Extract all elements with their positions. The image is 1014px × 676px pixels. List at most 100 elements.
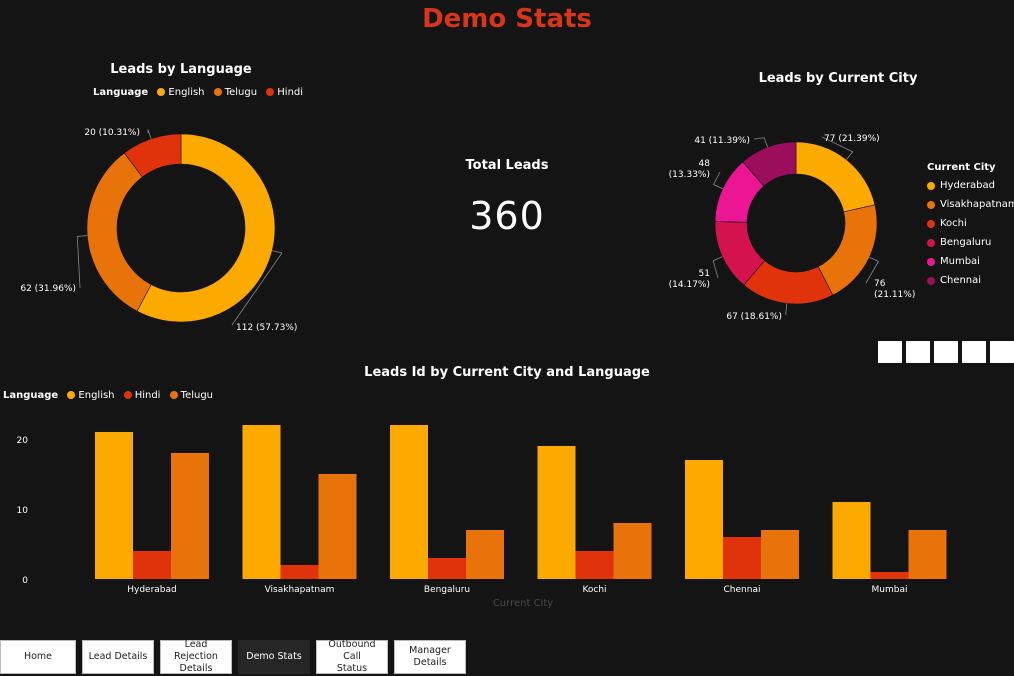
legend-dot-hindi	[266, 88, 275, 96]
city-legend-item: Mumbai	[927, 252, 1014, 271]
nav-button-label: Manager Details	[409, 645, 451, 668]
nav-button-label: Demo Stats	[246, 651, 302, 662]
legend-label: Chennai	[940, 275, 982, 286]
donut-slice-telugu[interactable]	[86, 152, 152, 312]
donut-slice-visakhapatnam[interactable]	[817, 204, 878, 296]
legend-dot-hindi	[123, 391, 132, 399]
bar-telugu-chennai[interactable]	[761, 530, 799, 579]
indicator-square[interactable]	[934, 341, 958, 363]
legend-label: Bengaluru	[940, 237, 992, 248]
bar-english-bengaluru[interactable]	[390, 425, 428, 579]
bar-hindi-visakhapatnam[interactable]	[280, 565, 319, 579]
nav-button-home[interactable]: Home	[0, 640, 76, 674]
indicator-square[interactable]	[878, 341, 902, 363]
data-label: 77 (21.39%)	[824, 134, 880, 144]
bar-telugu-hyderabad[interactable]	[171, 453, 209, 579]
legend-label: Hyderabad	[940, 180, 995, 191]
legend-label: Mumbai	[940, 256, 980, 267]
bar-telugu-bengaluru[interactable]	[466, 530, 504, 579]
data-label: 62 (31.96%)	[20, 284, 76, 294]
legend-label-hindi: Hindi	[277, 87, 304, 98]
bar-telugu-kochi[interactable]	[613, 523, 652, 579]
language-legend: Language English Telugu Hindi	[93, 87, 303, 98]
data-label: (21.11%)	[874, 290, 915, 300]
bar-hindi-kochi[interactable]	[575, 551, 614, 579]
legend-label: Visakhapatnam	[940, 199, 1014, 210]
city-legend-item: Chennai	[927, 271, 1014, 290]
x-tick-label: Hyderabad	[127, 585, 177, 595]
data-label: 48	[699, 159, 711, 169]
bar-english-visakhapatnam[interactable]	[242, 425, 281, 579]
bar-english-mumbai[interactable]	[832, 502, 871, 579]
language-legend-title: Language	[93, 87, 149, 98]
bar-english-chennai[interactable]	[685, 460, 723, 579]
city-legend: Current City Hyderabad Visakhapatnam Koc…	[927, 162, 1014, 290]
page-navigation: Home Lead Details Lead Rejection Details Dem…	[0, 639, 466, 676]
y-tick-label: 10	[17, 506, 29, 516]
legend-label-english: English	[78, 390, 115, 401]
nav-button-manager-details[interactable]: Manager Details	[394, 640, 466, 674]
bar-hindi-bengaluru[interactable]	[428, 558, 466, 579]
data-label: 51	[699, 269, 710, 279]
leader-line	[712, 171, 723, 190]
nav-button-label: Home	[23, 651, 53, 662]
total-leads-label: Total Leads	[465, 158, 549, 173]
donut-slice-hyderabad[interactable]	[795, 141, 876, 213]
data-label: 112 (57.73%)	[236, 323, 297, 333]
data-label: 76	[874, 279, 886, 289]
legend-dot-english	[67, 391, 76, 399]
legend-dot-telugu	[213, 88, 222, 96]
x-tick-label: Mumbai	[872, 585, 908, 595]
language-chart-title: Leads by Language	[110, 62, 252, 77]
y-tick-label: 0	[22, 576, 28, 586]
leader-line	[712, 256, 723, 279]
bar-hindi-hyderabad[interactable]	[133, 551, 171, 579]
bar-english-hyderabad[interactable]	[95, 432, 133, 579]
x-tick-label: Visakhapatnam	[265, 585, 335, 595]
legend-label-telugu: Telugu	[224, 87, 258, 98]
nav-button-lead-details[interactable]: Lead Details	[82, 640, 154, 674]
total-leads-value: 360	[469, 194, 545, 238]
bar-legend: Language English Hindi Telugu	[3, 390, 213, 401]
legend-dot-mumbai	[927, 257, 935, 266]
nav-button-outbound-call-status[interactable]: Outbound Call Status	[316, 639, 388, 674]
x-tick-label: Bengaluru	[424, 585, 470, 595]
nav-button-demo-stats[interactable]: Demo Stats	[238, 640, 310, 674]
legend-label: Kochi	[940, 218, 967, 229]
data-label: 20 (10.31%)	[84, 128, 140, 138]
bar-hindi-chennai[interactable]	[723, 537, 761, 579]
legend-dot-hyderabad	[927, 181, 935, 190]
city-chart-title: Leads by Current City	[758, 71, 918, 86]
bar-telugu-mumbai[interactable]	[908, 530, 947, 579]
bar-english-kochi[interactable]	[537, 446, 576, 579]
bar-chart-title: Leads Id by Current City and Language	[364, 365, 650, 380]
legend-dot-chennai	[927, 276, 935, 285]
city-legend-title: Current City	[927, 162, 996, 173]
x-axis-title: Current City	[493, 598, 553, 609]
nav-button-label: Lead Rejection Details	[174, 639, 218, 674]
bar-hindi-mumbai[interactable]	[870, 572, 909, 579]
city-legend-item: Visakhapatnam	[927, 195, 1014, 214]
data-label: 67 (18.61%)	[726, 312, 782, 322]
leader-line	[753, 137, 769, 148]
nav-button-label: Lead Details	[88, 651, 148, 662]
city-legend-item: Hyderabad	[927, 176, 1014, 195]
indicator-square[interactable]	[990, 341, 1014, 363]
indicator-square[interactable]	[906, 341, 930, 363]
leader-line	[785, 303, 788, 316]
leader-line	[76, 235, 88, 289]
x-tick-label: Chennai	[724, 585, 761, 595]
bar-telugu-visakhapatnam[interactable]	[318, 474, 357, 579]
legend-dot-kochi	[927, 219, 935, 228]
bar-legend-title: Language	[3, 390, 59, 401]
nav-button-lead-rejection-details[interactable]: Lead Rejection Details	[160, 639, 232, 674]
data-label: (14.17%)	[669, 280, 710, 290]
legend-dot-english	[157, 88, 166, 96]
nav-button-label: Outbound Call Status	[328, 639, 376, 674]
legend-label-english: English	[168, 87, 205, 98]
legend-dot-visakhapatnam	[927, 200, 935, 209]
city-legend-item: Kochi	[927, 214, 1014, 233]
city-donut-chart: 77 (21.39%) 76(21.11%) 67 (18.61%) 51(14.17…	[669, 134, 916, 322]
indicator-square[interactable]	[962, 341, 986, 363]
data-label: (13.33%)	[669, 170, 710, 180]
